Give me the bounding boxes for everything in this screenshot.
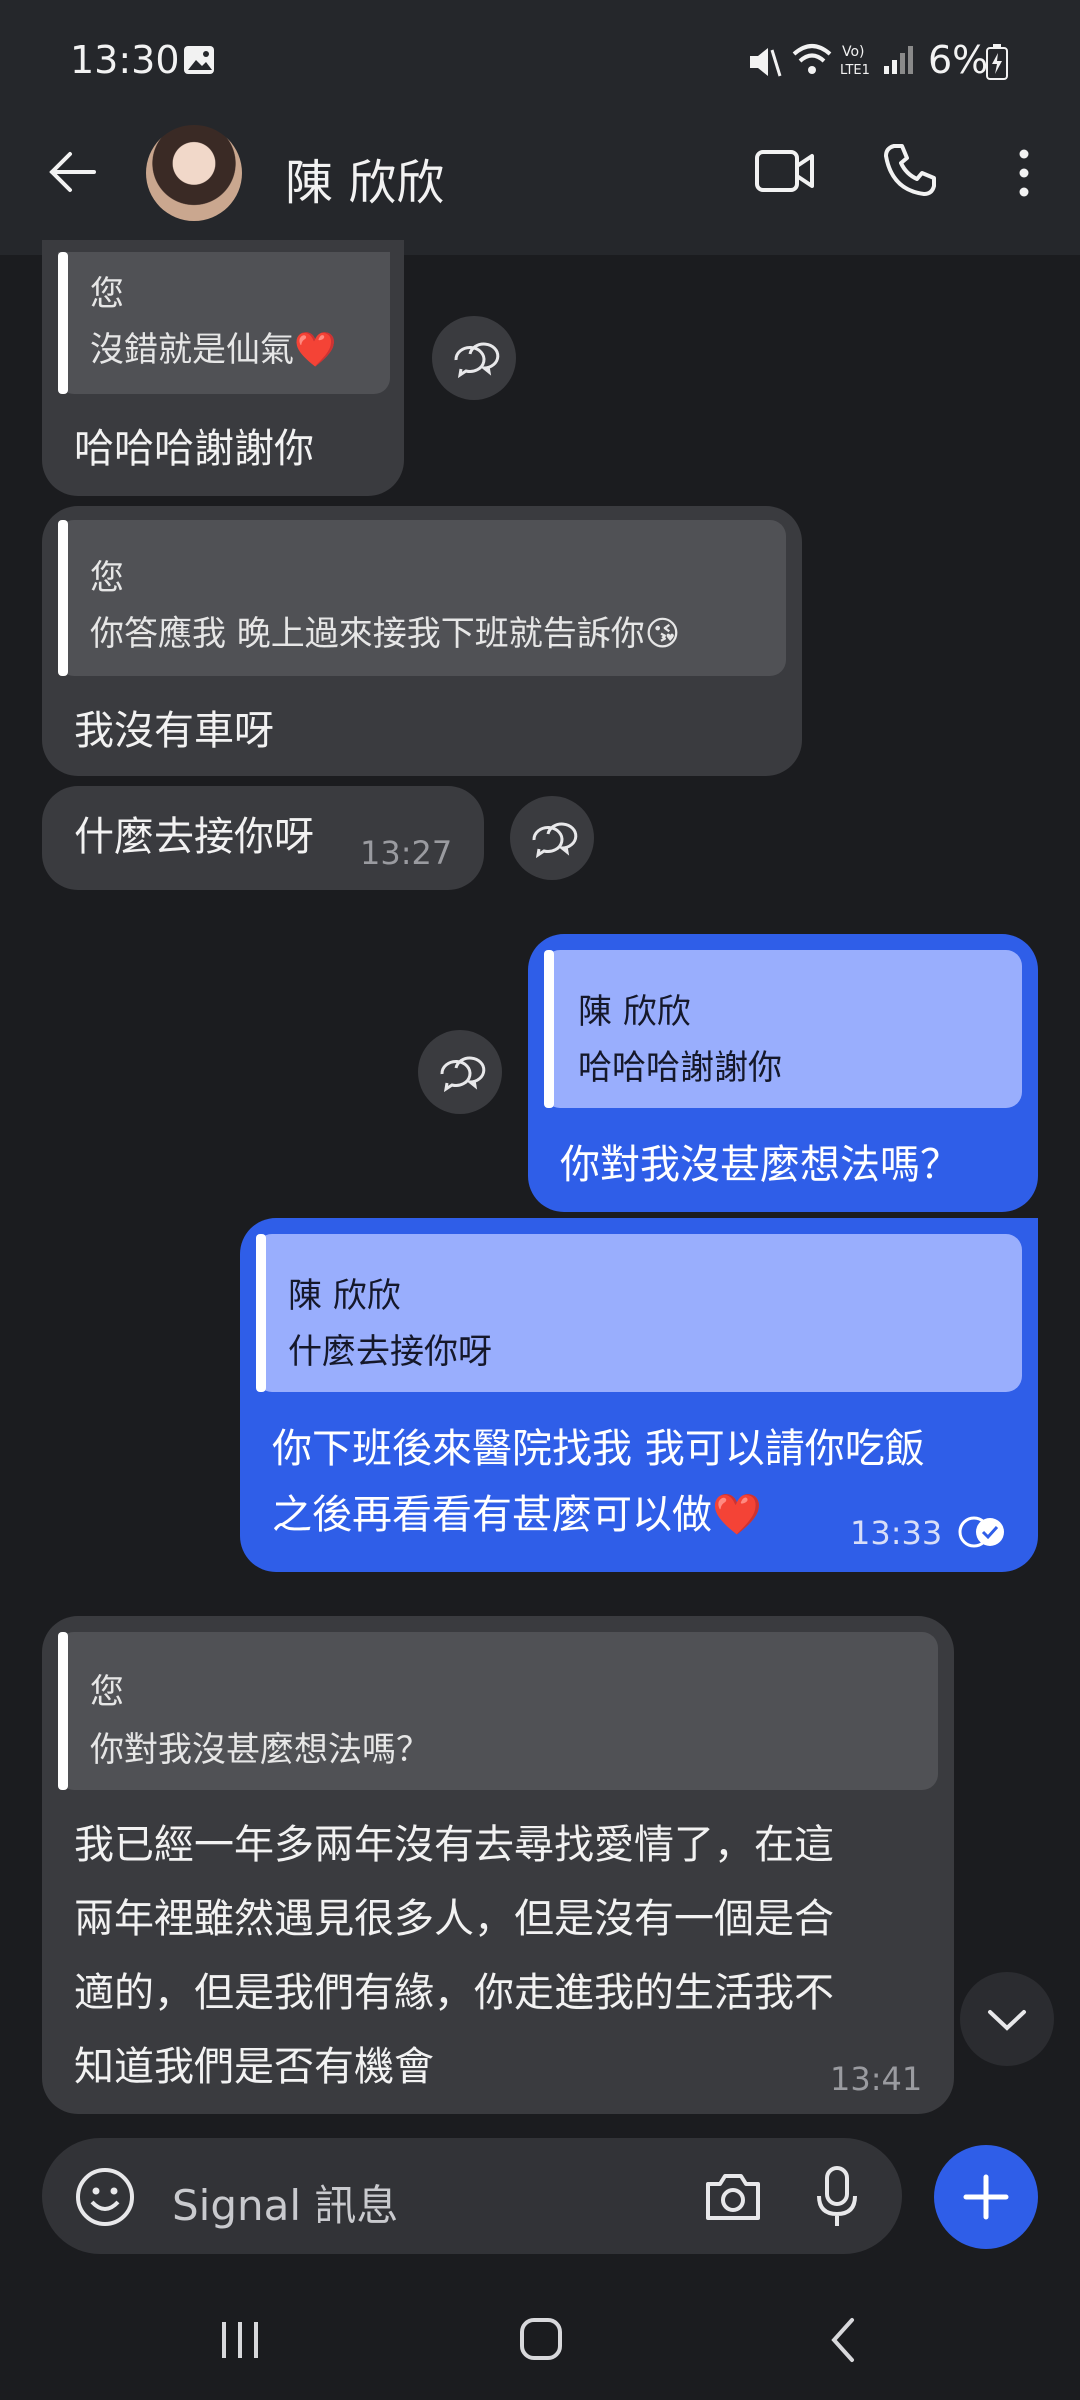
system-back-icon[interactable] <box>826 2316 860 2364</box>
attach-plus-button[interactable] <box>934 2145 1038 2249</box>
home-icon[interactable] <box>518 2316 564 2362</box>
quote-text: 什麼去接你呀 <box>288 1332 492 1372</box>
message-text-line: 知道我們是否有機會 <box>74 2044 434 2090</box>
quote-text: 哈哈哈謝謝你 <box>578 1048 782 1088</box>
message-text: 我沒有車呀 <box>74 708 274 754</box>
quote-bar <box>58 520 68 676</box>
message-timestamp: 13:33 <box>850 1514 943 1552</box>
message-text-line: 適的，但是我們有緣，你走進我的生活我不 <box>74 1970 834 2016</box>
quote-bar <box>58 252 68 394</box>
wifi-icon <box>790 42 834 78</box>
message-timestamp: 13:27 <box>360 834 453 872</box>
status-time: 13:30 <box>70 38 180 82</box>
message-text-line: 兩年裡雖然遇見很多人，但是沒有一個是合 <box>74 1896 834 1942</box>
quote-bar <box>544 950 554 1108</box>
quote-author: 陳 欣欣 <box>288 1276 401 1316</box>
reaction-icon[interactable] <box>418 1030 502 1114</box>
mute-icon <box>744 42 784 82</box>
contact-name[interactable]: 陳 欣欣 <box>285 143 444 213</box>
quote-author: 陳 欣欣 <box>578 992 691 1032</box>
video-call-icon[interactable] <box>754 146 816 196</box>
battery-charging-icon <box>986 44 1008 80</box>
message-text-line: 你下班後來醫院找我 我可以請你吃飯 <box>272 1426 925 1472</box>
quote-author: 您 <box>90 1672 124 1712</box>
volte-icon: Vo) LTE1 <box>840 40 876 80</box>
read-receipt-icon <box>956 1514 1010 1550</box>
back-arrow-icon[interactable] <box>44 148 100 196</box>
reaction-icon[interactable] <box>510 796 594 880</box>
more-vertical-icon[interactable] <box>1014 148 1034 198</box>
gallery-notification-icon <box>182 44 216 76</box>
quote-text: 沒錯就是仙氣❤️ <box>90 330 337 370</box>
svg-text:Vo): Vo) <box>842 44 865 60</box>
recent-apps-icon[interactable] <box>216 2318 264 2362</box>
quote-author: 您 <box>90 558 124 598</box>
battery-percentage: 6% <box>928 38 989 82</box>
message-text-line: 之後再看看有甚麼可以做❤️ <box>272 1492 762 1538</box>
quote-bar <box>58 1632 68 1790</box>
message-input[interactable]: Signal 訊息 <box>172 2172 398 2233</box>
emoji-icon[interactable] <box>74 2166 136 2228</box>
message-text: 哈哈哈謝謝你 <box>74 426 314 472</box>
message-composer[interactable] <box>42 2138 902 2254</box>
quote-bar <box>256 1234 266 1392</box>
scroll-to-bottom-button[interactable] <box>960 1972 1054 2066</box>
quote-text: 你答應我 晚上過來接我下班就告訴你😘 <box>90 614 681 654</box>
message-text: 你對我沒甚麼想法嗎？ <box>560 1142 960 1188</box>
signal-strength-icon <box>882 44 916 76</box>
message-text: 什麼去接你呀 <box>74 814 314 860</box>
quote-text: 你對我沒甚麼想法嗎？ <box>90 1730 430 1770</box>
message-text-line: 我已經一年多兩年沒有去尋找愛情了，在這 <box>74 1822 834 1868</box>
microphone-icon[interactable] <box>812 2164 862 2230</box>
camera-icon[interactable] <box>702 2168 764 2226</box>
contact-avatar[interactable] <box>146 125 242 221</box>
phone-call-icon[interactable] <box>882 142 938 198</box>
svg-text:LTE1: LTE1 <box>840 63 870 78</box>
message-timestamp: 13:41 <box>830 2060 923 2098</box>
reaction-icon[interactable] <box>432 316 516 400</box>
quote-author: 您 <box>90 274 124 314</box>
